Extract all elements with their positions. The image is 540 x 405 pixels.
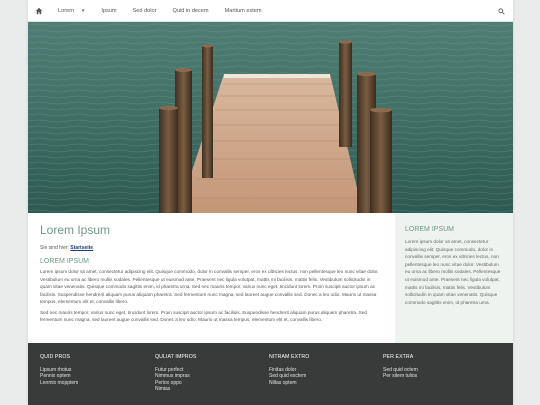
footer-heading: QUID PROS: [40, 354, 71, 360]
footer-column-nitram-extro: NITRAM EXTRO Finitas dolor Sed quid exct…: [269, 353, 369, 386]
footer-column-quliat-impros: QULIAT IMPROS Futur perfect Nimmus impra…: [155, 353, 255, 393]
hero-image: [28, 22, 513, 213]
sidebar-text: Lorem ipsum dolor sit amet, consectetur …: [405, 239, 501, 305]
footer-link[interactable]: Nimias: [155, 386, 255, 392]
nav-item-quid-in-decem[interactable]: Quid in decem: [165, 0, 217, 22]
footer: QUID PROS Lipsum rhotus Pennix optem Len…: [28, 343, 513, 405]
page-title: Lorem Ipsum: [40, 223, 111, 237]
breadcrumb-link-startseite[interactable]: Startseite: [70, 245, 93, 251]
nav-item-label: Martium extem: [224, 7, 262, 14]
footer-heading: NITRAM EXTRO: [269, 354, 310, 360]
nav-item-lorem[interactable]: Lorem ▼: [50, 0, 93, 22]
nav-item-label: Sed dolor: [132, 7, 157, 14]
section-heading: LOREM IPSUM: [40, 258, 90, 265]
footer-column-per-extra: PER EXTRA Sed quid octem Per sitem tulio…: [383, 353, 483, 380]
sidebar: LOREM IPSUM Lorem ipsum dolor sit amet, …: [395, 213, 513, 343]
main-content: Lorem Ipsum Sie sind hier: Startseite LO…: [40, 222, 380, 340]
nav-item-martium-extem[interactable]: Martium extem: [217, 0, 270, 22]
footer-heading: QULIAT IMPROS: [155, 354, 197, 360]
main-navigation: Lorem ▼ Ipsum Sed dolor Quid in decem Ma…: [28, 0, 513, 22]
footer-link[interactable]: Nillas optem: [269, 380, 369, 386]
home-icon[interactable]: [28, 0, 50, 22]
search-icon[interactable]: [495, 0, 507, 22]
page-wrapper: Lorem ▼ Ipsum Sed dolor Quid in decem Ma…: [28, 0, 513, 405]
caret-down-icon: ▼: [80, 8, 86, 13]
nav-item-label: Lorem: [58, 7, 74, 14]
paragraph-1: Lorem ipsum dolor sit amet, consectetur …: [40, 269, 379, 304]
footer-column-quid-pros: QUID PROS Lipsum rhotus Pennix optem Len…: [40, 353, 140, 386]
breadcrumb: Sie sind hier: Startseite: [40, 245, 380, 252]
nav-item-sed-dolor[interactable]: Sed dolor: [125, 0, 165, 22]
breadcrumb-prefix: Sie sind hier:: [40, 245, 69, 251]
footer-link[interactable]: Lenmix mopptem: [40, 380, 140, 386]
sidebar-title: LOREM IPSUM: [405, 226, 455, 233]
footer-link[interactable]: Per sitem tulios: [383, 373, 483, 379]
paragraph-2: Sed nec mauris tempor, varius nunc eget,…: [40, 309, 367, 323]
nav-item-label: Ipsum: [101, 7, 117, 14]
nav-item-label: Quid in decem: [172, 7, 209, 14]
footer-heading: PER EXTRA: [383, 354, 414, 360]
nav-item-ipsum[interactable]: Ipsum: [93, 0, 124, 22]
